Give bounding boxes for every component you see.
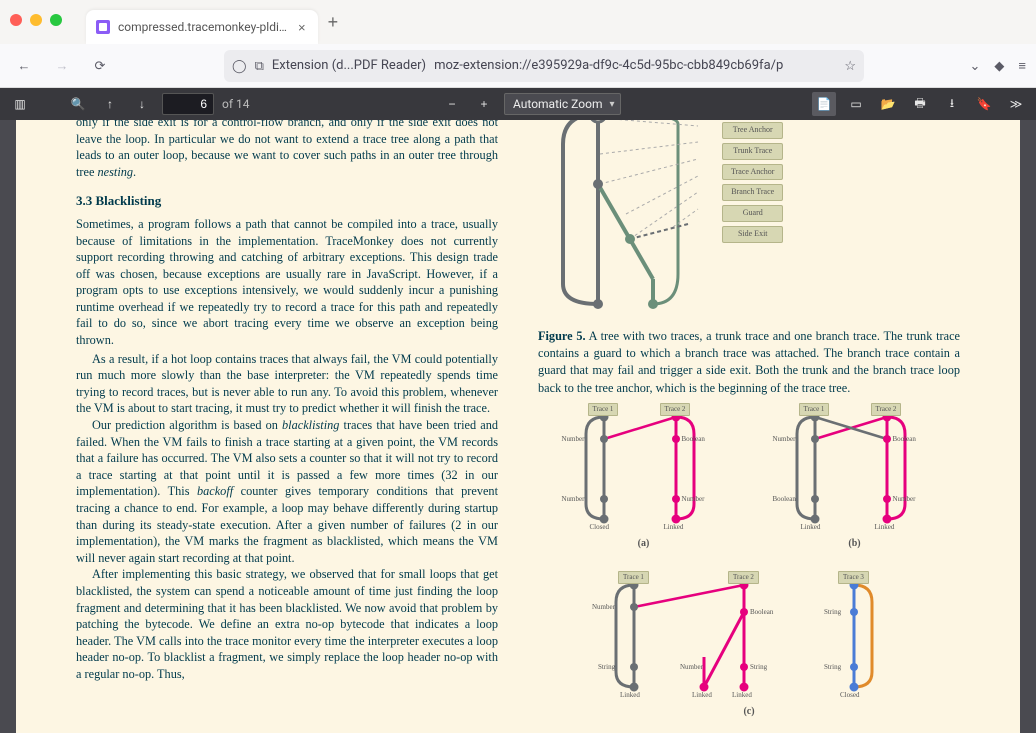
pocket-icon[interactable]: ⌄	[970, 58, 981, 74]
tools-menu-icon[interactable]: ≫	[1004, 92, 1028, 116]
account-icon[interactable]: ◆	[994, 58, 1004, 74]
legend-item: Tree Anchor	[722, 122, 783, 139]
legend-item: Branch Trace	[722, 184, 783, 201]
figure-5-tree	[558, 120, 698, 314]
next-page-icon[interactable]: ↓	[130, 92, 154, 116]
para: After implementing this basic strategy, …	[76, 566, 498, 682]
page-total-label: of 14	[222, 97, 249, 111]
trace-group-c: Trace 1 Trace 2 Trace 3 Number Boolean S…	[584, 567, 914, 717]
prev-page-icon[interactable]: ↑	[98, 92, 122, 116]
figure-5-caption: Figure 5. A tree with two traces, a trun…	[538, 328, 960, 397]
section-heading: 3.3 Blacklisting	[76, 192, 498, 210]
zoom-out-icon[interactable]: −	[440, 92, 464, 116]
figure-5: Tree Anchor Trunk Trace Trace Anchor Bra…	[558, 120, 960, 314]
figure-6: Trace 1 Trace 2 Number Boolean Number Nu…	[538, 399, 960, 717]
browser-tab[interactable]: compressed.tracemonkey-pldi-0 ×	[86, 10, 318, 44]
new-tab-button[interactable]: +	[328, 5, 339, 39]
bookmark-icon[interactable]: 🔖	[972, 92, 996, 116]
pdf-toolbar: ▥ 🔍 ↑ ↓ of 14 − + Automatic Zoom 📄 ▭ 📂 🖶…	[0, 88, 1036, 120]
tab-close-icon[interactable]: ×	[296, 20, 308, 35]
close-window-button[interactable]	[10, 14, 22, 26]
pdf-viewport[interactable]: only if the side exit is for a control-f…	[0, 120, 1036, 733]
app-menu-icon[interactable]: ≡	[1018, 58, 1026, 73]
legend-item: Trunk Trace	[722, 143, 783, 160]
column-left: only if the side exit is for a control-f…	[76, 120, 498, 733]
page-number-input[interactable]	[162, 93, 214, 115]
extension-label: Extension (d...PDF Reader)	[272, 58, 426, 73]
presentation-icon[interactable]: ▭	[844, 92, 868, 116]
reload-button[interactable]: ⟳	[86, 52, 114, 80]
minimize-window-button[interactable]	[30, 14, 42, 26]
para: Our prediction algorithm is based on bla…	[76, 417, 498, 566]
legend-item: Side Exit	[722, 226, 783, 243]
toolbar-right: ⌄ ◆ ≡	[970, 58, 1027, 74]
pdf-page: only if the side exit is for a control-f…	[16, 120, 1020, 733]
download-icon[interactable]: ⭳	[940, 92, 964, 116]
print-icon[interactable]: 🖶	[908, 92, 932, 116]
figure-5-legend: Tree Anchor Trunk Trace Trace Anchor Bra…	[722, 122, 783, 243]
para: Sometimes, a program follows a path that…	[76, 216, 498, 349]
back-button[interactable]: ←	[10, 52, 38, 80]
legend-item: Guard	[722, 205, 783, 222]
extension-icon: ⧉	[255, 58, 264, 74]
find-icon[interactable]: 🔍	[66, 92, 90, 116]
forward-button[interactable]: →	[48, 52, 76, 80]
url-bar[interactable]: ◯ ⧉ Extension (d...PDF Reader) moz-exten…	[224, 50, 864, 82]
url-text: moz-extension://e395929a-df9c-4c5d-95bc-…	[434, 58, 836, 73]
legend-item: Trace Anchor	[722, 164, 783, 181]
trace-group-b: Trace 1 Trace 2 Number Boolean Boolean N…	[775, 399, 935, 549]
titlebar: compressed.tracemonkey-pldi-0 × +	[0, 0, 1036, 44]
para: As a result, if a hot loop contains trac…	[76, 351, 498, 417]
trace-group-a: Trace 1 Trace 2 Number Boolean Number Nu…	[564, 399, 724, 549]
nav-toolbar: ← → ⟳ ◯ ⧉ Extension (d...PDF Reader) moz…	[0, 44, 1036, 88]
zoom-window-button[interactable]	[50, 14, 62, 26]
zoom-in-icon[interactable]: +	[472, 92, 496, 116]
open-file-icon[interactable]: 📂	[876, 92, 900, 116]
window-controls	[10, 14, 62, 26]
zoom-label: Automatic Zoom	[513, 97, 602, 111]
zoom-select[interactable]: Automatic Zoom	[504, 93, 621, 115]
tab-title: compressed.tracemonkey-pldi-0	[118, 20, 288, 34]
figure-5-svg	[558, 120, 698, 314]
bookmark-star-icon[interactable]: ☆	[844, 58, 856, 74]
tab-favicon	[96, 20, 110, 34]
shield-icon[interactable]: ◯	[232, 58, 247, 74]
sidebar-toggle-icon[interactable]: ▥	[8, 92, 32, 116]
column-right: Tree Anchor Trunk Trace Trace Anchor Bra…	[538, 120, 960, 733]
text-select-icon[interactable]: 📄	[812, 92, 836, 116]
